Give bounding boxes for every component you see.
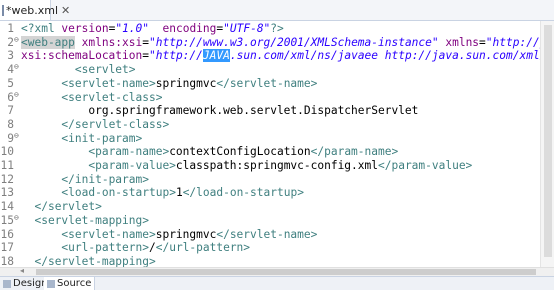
code-token: </servlet-name> [216, 76, 318, 90]
code-token: version [61, 22, 109, 35]
code-token: xsi:schemaLocation [21, 49, 143, 63]
code-token: </param-name> [310, 145, 399, 159]
code-token: </servlet-name> [216, 227, 318, 241]
vertical-scrollbar[interactable] [540, 21, 554, 267]
xml-file-icon [2, 4, 4, 16]
code-token: "http:// [149, 49, 203, 63]
code-token: <param-value> [88, 159, 176, 172]
code-token: "UTF-8" [223, 22, 271, 35]
code-token: </param-value> [378, 159, 473, 172]
code-token: "1.0" [115, 22, 150, 35]
code-token: encoding [162, 22, 217, 35]
code-token: <init-param> [61, 131, 143, 145]
code-token: springmvc [155, 227, 217, 241]
code-token: <servlet-name> [61, 76, 156, 90]
tab-source[interactable]: Source [44, 277, 96, 290]
close-icon[interactable]: ✕ [61, 4, 70, 17]
tab-design[interactable]: Design [0, 277, 51, 290]
design-icon [3, 279, 11, 288]
code-token: .sun.com/xml/ns/javaee http://java.sun.c… [229, 49, 554, 63]
code-token: ?> [270, 22, 284, 35]
fold-toggle-icon[interactable]: ⊖ [14, 59, 20, 75]
code-token: </load-on-startup> [182, 186, 304, 200]
code-token: <?xml [21, 22, 62, 35]
horizontal-scroll-thumb[interactable] [36, 269, 536, 275]
code-token: <load-on-startup> [61, 186, 176, 200]
source-icon [47, 279, 55, 288]
code-token: 1 [175, 186, 183, 200]
code-token: <web-app [21, 35, 75, 49]
code-token: xmlns:xsi [74, 35, 143, 49]
code-token: <param-name> [88, 145, 170, 159]
code-token: = [142, 49, 149, 63]
code-token: org.springframework.web.servlet.Dispatch… [21, 104, 419, 118]
code-token: classpath:springmvc-config.xml [175, 159, 378, 172]
code-token: springmvc [155, 76, 217, 90]
code-token: / [148, 241, 156, 255]
fold-toggle-icon[interactable]: ⊖ [14, 87, 20, 103]
tab-web-xml[interactable]: *web.xml ✕ [0, 0, 70, 20]
tab-source-label: Source [57, 278, 92, 289]
tab-design-label: Design [13, 278, 48, 289]
code-token: <url-pattern> [61, 241, 149, 255]
code-token: </servlet-class> [61, 117, 170, 131]
code-token: <servlet-name> [61, 227, 156, 241]
fold-toggle-icon[interactable]: ⊖ [14, 128, 20, 144]
code-token: = [142, 35, 149, 49]
code-token: = [479, 35, 486, 49]
code-token: contextConfigLocation [169, 145, 311, 159]
code-token: </url-pattern> [155, 241, 251, 255]
fold-toggle-icon[interactable]: ⊖ [14, 210, 20, 226]
fold-toggle-icon[interactable]: ⊖ [14, 32, 20, 48]
code-token: </servlet> [34, 200, 102, 214]
editor-mode-tabs: Design Source [0, 276, 554, 290]
code-token: <servlet> [74, 63, 136, 77]
tab-title: *web.xml [6, 3, 59, 17]
editor-tab-bar: *web.xml ✕ [0, 0, 554, 21]
code-token: "http://www.w3.org/2001/XMLSchema-instan… [149, 35, 439, 49]
scroll-left-arrow-icon[interactable]: ◂ [20, 266, 24, 275]
code-token: JAVA [202, 49, 230, 63]
code-token: </servlet-mapping> [34, 254, 156, 268]
vertical-scroll-thumb[interactable] [544, 25, 552, 257]
xml-source-editor[interactable]: 1 <?xml version="1.0" encoding="UTF-8"?> 2… [0, 21, 554, 268]
code-token: </init-param> [61, 172, 149, 186]
horizontal-scrollbar[interactable]: ◂ [0, 266, 554, 276]
code-token: xmlns [438, 35, 480, 49]
code-token: <servlet-class> [61, 90, 163, 104]
code-token: <servlet-mapping> [34, 213, 149, 227]
